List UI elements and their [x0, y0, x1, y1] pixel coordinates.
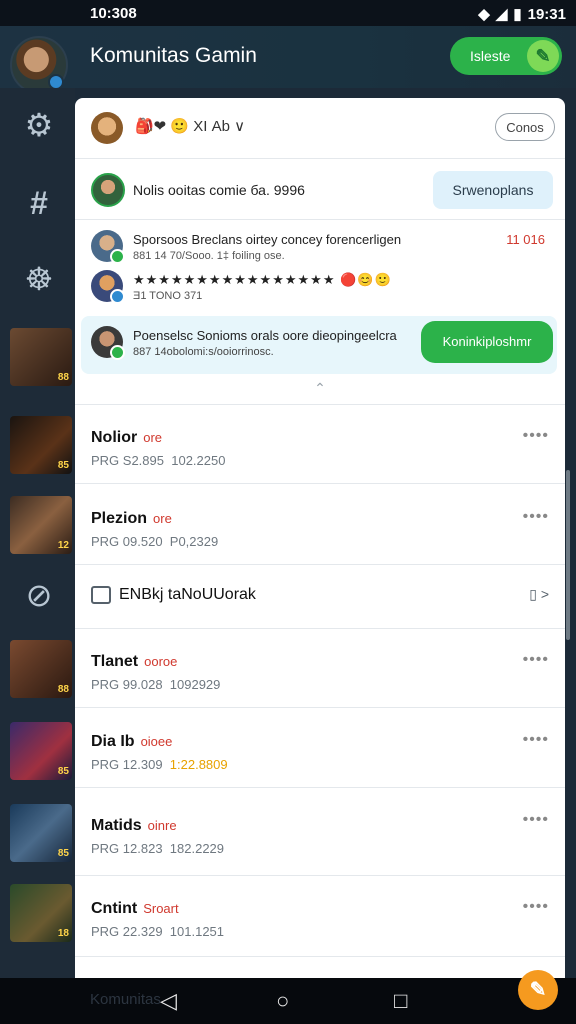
- rail-settings-icon[interactable]: ⚙: [18, 104, 60, 146]
- leaf-icon[interactable]: ✎: [527, 40, 559, 72]
- briefcase-icon: [91, 586, 111, 604]
- status-time-left: 10:308: [90, 5, 137, 22]
- item-tag: oioee: [140, 734, 173, 749]
- rail-guild-icon[interactable]: ☸: [18, 258, 60, 300]
- rail-server-1[interactable]: 88: [10, 328, 72, 386]
- status-time-right: 19:31: [527, 5, 566, 23]
- app-header: Komunitas Gamin Isleste ✎: [0, 26, 576, 94]
- item-tag: ore: [153, 511, 172, 526]
- battery-icon: ▮: [513, 6, 522, 23]
- notice-avatar: [91, 173, 125, 207]
- list-item[interactable]: Matids oinre PRG 12.823 182.2229 ••••: [75, 789, 565, 876]
- scrollbar[interactable]: [566, 470, 570, 640]
- message-stamp: 11 016: [506, 232, 545, 247]
- header-action-button[interactable]: Isleste ✎: [450, 37, 562, 75]
- message-item[interactable]: ★★★★★★★★★★★★★★★★ 🔴😊🙂 Ǝ1 TONO 371: [91, 270, 561, 306]
- message-avatar: [91, 230, 125, 264]
- side-rail: ⚙ # ☸ 88 85 12 ⊘ 88 85 85 18: [0, 88, 75, 978]
- item-tag: ooroe: [144, 654, 178, 669]
- message-avatar: [91, 270, 125, 304]
- chevron-up-icon[interactable]: ⌃: [75, 380, 565, 405]
- more-icon[interactable]: ••••: [523, 427, 549, 445]
- panel-topbar: 🎒❤ 🙂 ХI Аb ∨ Conos: [75, 98, 565, 159]
- item-name: Nolior: [91, 429, 138, 446]
- item-name: Matids: [91, 817, 142, 834]
- section-label: ENBkj taNoUUorak: [119, 586, 256, 603]
- rail-server-3[interactable]: 12: [10, 496, 72, 554]
- rail-hash-icon[interactable]: #: [18, 182, 60, 224]
- topbar-status[interactable]: 🎒❤ 🙂 ХI Аb ∨: [135, 117, 245, 135]
- rating-stars: ★★★★★★★★★★★★★★★★ 🔴😊🙂: [133, 272, 392, 287]
- signal-icon: ◢: [495, 6, 508, 23]
- item-name: Dia Ib: [91, 733, 135, 750]
- cancel-button[interactable]: Conos: [495, 113, 555, 141]
- nav-ghost-text: Komunitas: [90, 991, 161, 1008]
- message-item[interactable]: Sporsoos Breclans oirtey concey forencer…: [91, 230, 561, 266]
- community-panel: 🎒❤ 🙂 ХI Аb ∨ Conos Nolis ooitas comie ба…: [75, 98, 565, 978]
- recents-icon[interactable]: □: [394, 988, 407, 1014]
- wrench-icon[interactable]: ✎: [518, 970, 558, 1010]
- rail-server-2[interactable]: 85: [10, 416, 72, 474]
- highlight-meta: 887 14obolomi:s/ooiorrinosc.: [133, 346, 274, 358]
- highlight-avatar: [91, 326, 125, 360]
- section-header[interactable]: ENBkj taNoUUorak ▯ >: [75, 568, 565, 629]
- more-icon[interactable]: ••••: [523, 731, 549, 749]
- list-item[interactable]: Dia Ib oioee PRG 12.309 1:22.8809 ••••: [75, 709, 565, 788]
- rail-server-4[interactable]: 88: [10, 640, 72, 698]
- header-action-label: Isleste: [470, 48, 511, 64]
- message-meta: 881 14 70/Sooo. 1‡ foiling ose.: [133, 250, 285, 262]
- list-item[interactable]: Cntint Sroart PRG 22.329 101.1251 ••••: [75, 876, 565, 957]
- more-icon[interactable]: ••••: [523, 811, 549, 829]
- rail-server-6[interactable]: 85: [10, 804, 72, 862]
- rail-blocked-icon[interactable]: ⊘: [18, 574, 60, 616]
- message-meta: Ǝ1 TONO 371: [133, 290, 203, 302]
- status-right: ◆ ◢ ▮ 19:31: [478, 5, 566, 24]
- rail-server-5[interactable]: 85: [10, 722, 72, 780]
- home-icon[interactable]: ○: [276, 988, 289, 1014]
- item-name: Plezion: [91, 510, 148, 527]
- item-tag: oinre: [147, 818, 177, 833]
- notice-button[interactable]: Srwenoplans: [433, 171, 553, 209]
- highlighted-message[interactable]: Poenselsc Sonioms orals oore dieopingeel…: [81, 316, 557, 374]
- message-text: Sporsoos Breclans oirtey concey forencer…: [133, 232, 402, 247]
- rail-server-7[interactable]: 18: [10, 884, 72, 942]
- system-nav-bar: Komunitas ◁ ○ □: [0, 978, 576, 1024]
- list-item[interactable]: Tlanet ooroe PRG 99.028 1092929 ••••: [75, 629, 565, 708]
- more-icon[interactable]: ••••: [523, 508, 549, 526]
- page-title: Komunitas Gamin: [90, 44, 257, 67]
- notice-text: Nolis ooitas comie ба. 9996: [133, 182, 305, 198]
- item-tag: ore: [143, 430, 163, 445]
- more-icon[interactable]: ••••: [523, 651, 549, 669]
- expand-icon[interactable]: ▯ >: [529, 586, 549, 603]
- highlight-text: Poenselsc Sonioms orals oore dieopingeel…: [133, 328, 397, 343]
- back-icon[interactable]: ◁: [160, 988, 177, 1014]
- notice-row: Nolis ooitas comie ба. 9996 Srwenoplans: [75, 159, 565, 220]
- more-icon[interactable]: ••••: [523, 898, 549, 916]
- item-tag: Sroart: [143, 901, 179, 916]
- status-bar: 10:308 ◆ ◢ ▮ 19:31: [0, 0, 576, 26]
- profile-avatar[interactable]: [10, 36, 68, 94]
- item-name: Tlanet: [91, 653, 139, 670]
- topbar-avatar[interactable]: [91, 112, 123, 144]
- wifi-icon: ◆: [478, 6, 490, 23]
- list-item[interactable]: Nolior ore PRG S2.895 102.2250 ••••: [75, 405, 565, 484]
- highlight-action-button[interactable]: Koninkiploshmr: [421, 321, 553, 363]
- list-item[interactable]: Plezion ore PRG 09.520 P0,2329 ••••: [75, 486, 565, 565]
- item-name: Cntint: [91, 900, 138, 917]
